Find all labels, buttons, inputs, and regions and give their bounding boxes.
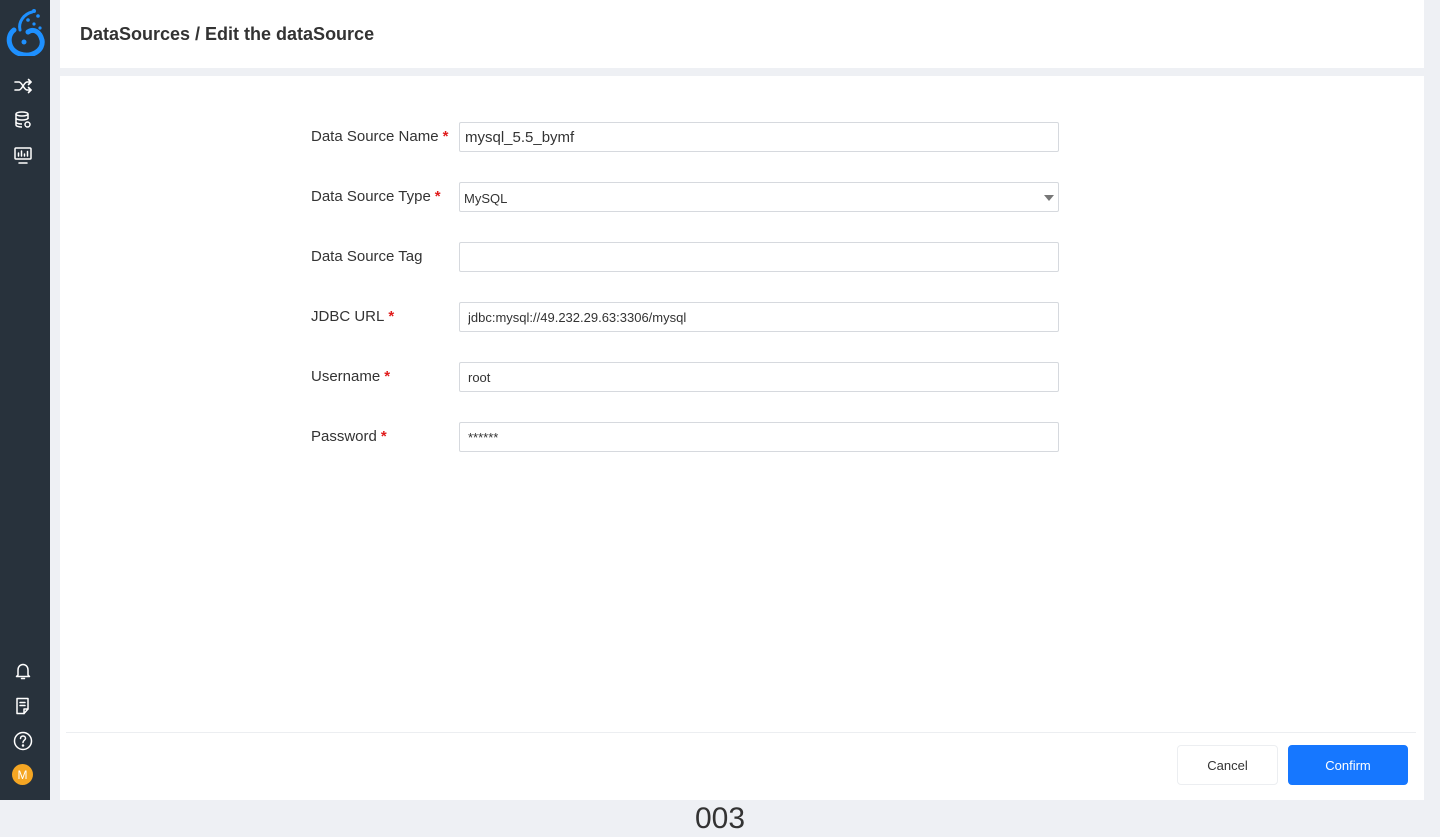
document-icon[interactable] — [11, 694, 35, 718]
footer-divider — [66, 732, 1416, 733]
form-row-username: Username * — [311, 362, 1061, 392]
breadcrumb: DataSources / Edit the dataSource — [80, 24, 375, 44]
required-mark: * — [442, 128, 449, 145]
avatar[interactable]: M — [12, 764, 33, 785]
bell-icon[interactable] — [11, 659, 35, 683]
cancel-button[interactable]: Cancel — [1177, 745, 1278, 785]
password-input[interactable] — [459, 422, 1059, 452]
password-label: Password * — [311, 428, 387, 445]
edit-datasource-form: Data Source Name* Data Source Type* MySQ… — [60, 76, 1424, 800]
shuffle-icon[interactable] — [11, 74, 35, 98]
datasource-type-value: MySQL — [464, 191, 508, 206]
form-row-password: Password * — [311, 422, 1061, 452]
confirm-button[interactable]: Confirm — [1288, 745, 1408, 785]
required-mark: * — [380, 428, 387, 445]
page-header: DataSources / Edit the dataSource — [60, 0, 1424, 68]
page-number: 003 — [694, 802, 746, 835]
form-row-jdbc: JDBC URL * — [311, 302, 1061, 332]
help-icon[interactable] — [11, 729, 35, 753]
datasource-type-label: Data Source Type * — [311, 188, 441, 205]
datasource-name-input[interactable] — [459, 122, 1059, 152]
username-input[interactable] — [459, 362, 1059, 392]
required-mark: * — [434, 188, 441, 205]
username-label: Username * — [311, 368, 391, 385]
datasource-tag-input[interactable] — [459, 242, 1059, 272]
database-icon[interactable] — [11, 108, 35, 132]
form-row-type: Data Source Type * MySQL — [311, 182, 1061, 212]
jdbc-url-label: JDBC URL * — [311, 308, 395, 325]
form-row-name: Data Source Name * — [311, 122, 1061, 152]
datasource-type-select[interactable]: MySQL — [459, 182, 1059, 212]
required-mark: * — [388, 308, 395, 325]
sidebar: M — [0, 0, 50, 800]
form-row-tag: Data Source Tag — [311, 242, 1061, 272]
datasource-tag-label: Data Source Tag — [311, 248, 423, 265]
jdbc-url-input[interactable] — [459, 302, 1059, 332]
caret-down-icon — [1044, 195, 1054, 201]
required-mark: * — [384, 368, 391, 385]
datasource-name-label: Data Source Name * — [311, 128, 449, 145]
app-logo-icon[interactable] — [4, 6, 48, 58]
monitor-icon[interactable] — [11, 143, 35, 167]
